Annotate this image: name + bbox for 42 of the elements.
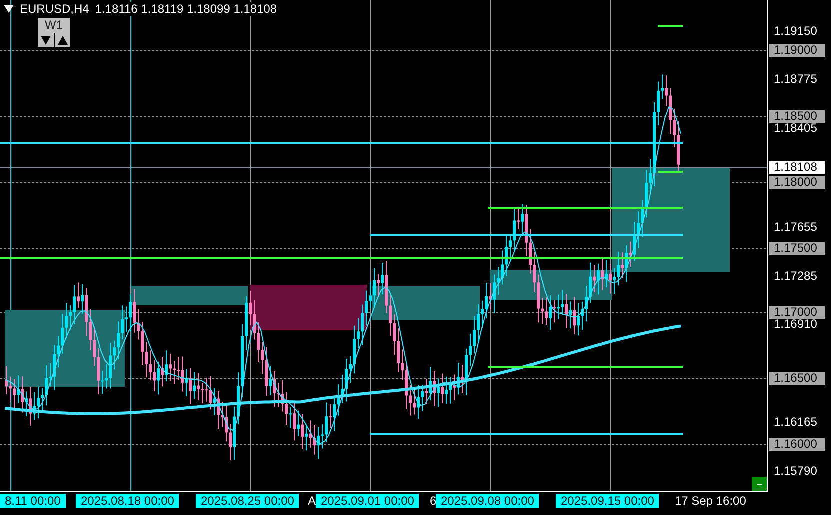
time-label: 2025.09.15 00:00 <box>556 494 660 508</box>
price-label: 1.16165 <box>773 416 818 429</box>
level-line[interactable] <box>658 25 683 27</box>
price-label: 1.17655 <box>773 221 818 234</box>
time-label: A <box>308 494 316 508</box>
price-label: 1.16500 <box>769 372 825 385</box>
time-label: 2025.08.25 00:00 <box>196 494 300 508</box>
level-line[interactable] <box>0 257 683 259</box>
symbol-title: EURUSD,H4 <box>20 2 90 16</box>
price-label: 1.18108 <box>769 161 825 174</box>
level-line[interactable] <box>488 366 683 368</box>
dropdown-triangle-icon[interactable] <box>4 5 14 13</box>
price-label: 1.18405 <box>773 122 818 135</box>
level-line[interactable] <box>488 207 683 209</box>
price-label: 1.19000 <box>769 44 825 57</box>
time-label: 6 <box>430 494 437 508</box>
price-quotes: 1.18116 1.18119 1.18099 1.18108 <box>95 2 278 16</box>
scroll-down-button[interactable] <box>38 33 54 47</box>
price-label: 1.19150 <box>773 25 818 38</box>
minus-button[interactable] <box>752 477 767 491</box>
level-line[interactable] <box>0 142 683 144</box>
price-label: 1.18775 <box>773 73 818 86</box>
time-label: 17 Sep 16:00 <box>675 494 746 508</box>
up-triangle-icon <box>58 36 68 44</box>
price-label: 1.16000 <box>769 438 825 451</box>
price-label: 1.17285 <box>773 270 818 283</box>
price-label: 1.15790 <box>773 465 818 478</box>
level-line[interactable] <box>658 171 683 173</box>
time-label: 2025.09.08 00:00 <box>436 494 540 508</box>
period-button[interactable]: W1 <box>38 18 70 33</box>
time-label: 2025.09.01 00:00 <box>316 494 420 508</box>
price-label: 1.17000 <box>769 306 825 319</box>
level-line[interactable] <box>370 433 683 435</box>
price-label: 1.16910 <box>773 318 818 331</box>
price-label: 1.17500 <box>769 242 825 255</box>
scroll-up-button[interactable] <box>55 33 70 47</box>
price-label: 1.18500 <box>769 110 825 123</box>
price-label: 1.18000 <box>769 176 825 189</box>
down-triangle-icon <box>41 36 51 44</box>
level-line[interactable] <box>370 234 683 236</box>
time-label: 8.11 00:00 <box>0 494 66 508</box>
time-label: 2025.08.18 00:00 <box>76 494 180 508</box>
